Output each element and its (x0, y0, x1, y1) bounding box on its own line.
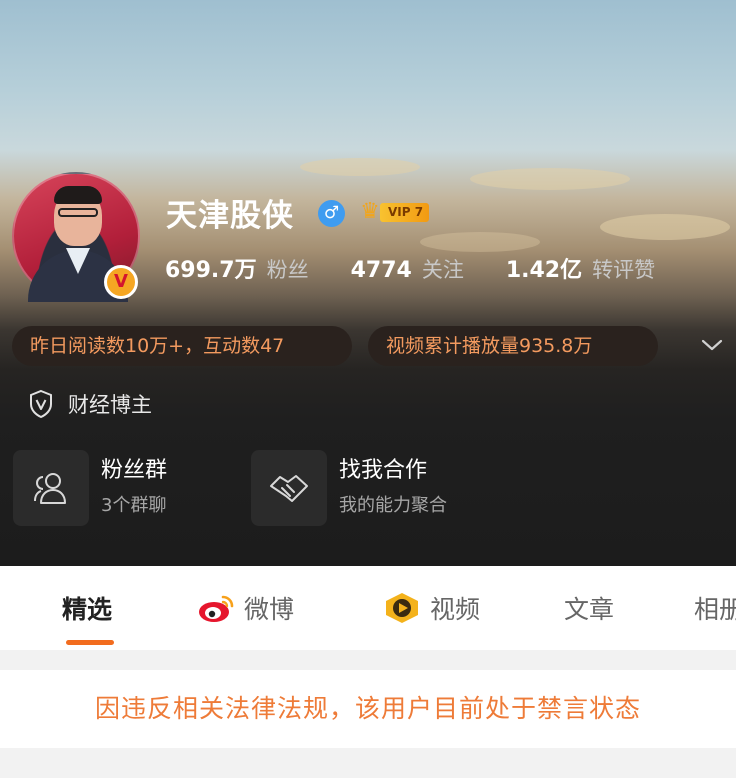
profile-header: V 天津股侠 ♂ ♛ VIP 7 699.7万 粉丝 4774 关注 1.42亿… (0, 0, 736, 566)
vip-level-label: VIP 7 (380, 202, 430, 222)
tab-album[interactable]: 相册 (694, 588, 736, 628)
vip-badge[interactable]: ♛ VIP 7 (356, 200, 430, 224)
tab-label: 相册 (694, 595, 736, 624)
interactions-count[interactable]: 1.42亿 (506, 252, 582, 284)
fans-group-card[interactable]: 粉丝群 3个群聊 (13, 450, 167, 526)
male-gender-icon: ♂ (318, 200, 345, 227)
interactions-label[interactable]: 转评赞 (592, 254, 655, 284)
tab-video[interactable]: 视频 (382, 588, 480, 628)
profile-name: 天津股侠 (166, 198, 294, 234)
certification-row[interactable]: 财经博主 (28, 388, 152, 420)
following-count[interactable]: 4774 (351, 258, 412, 283)
avatar-hair (54, 186, 102, 204)
tab-label: 视频 (430, 595, 481, 624)
cover-sand (420, 232, 540, 252)
cover-sand (300, 158, 420, 176)
active-tab-indicator (66, 640, 114, 645)
video-stats-pill[interactable]: 视频累计播放量935.8万 (368, 326, 658, 366)
handshake-icon (270, 475, 308, 502)
profile-page: V 天津股侠 ♂ ♛ VIP 7 699.7万 粉丝 4774 关注 1.42亿… (0, 0, 736, 778)
cover-sand (600, 214, 730, 240)
chevron-down-icon[interactable] (700, 335, 724, 355)
video-icon (386, 593, 418, 623)
fans-group-subtitle: 3个群聊 (101, 495, 167, 516)
fans-group-title: 粉丝群 (101, 458, 168, 483)
card-icon-box (251, 450, 327, 526)
tab-label: 文章 (564, 595, 615, 624)
tab-articles[interactable]: 文章 (564, 588, 614, 628)
tab-label: 精选 (62, 595, 113, 624)
tab-featured[interactable]: 精选 (62, 588, 112, 628)
ban-notice-text: 因违反相关法律法规，该用户目前处于禁言状态 (94, 694, 641, 723)
fans-group-icon (34, 473, 66, 504)
reading-stats-pill[interactable]: 昨日阅读数10万+，互动数47 (12, 326, 352, 366)
shield-icon (30, 389, 52, 419)
certification-label: 财经博主 (68, 393, 152, 417)
cooperation-title: 找我合作 (339, 458, 428, 483)
tab-label: 微博 (244, 595, 295, 624)
tab-weibo[interactable]: 微博 (196, 588, 294, 628)
following-label[interactable]: 关注 (422, 254, 464, 284)
cooperation-subtitle: 我的能力聚合 (339, 495, 447, 516)
weibo-icon (199, 595, 234, 622)
profile-tabs: 精选 微博 视频 文章 相册 (0, 566, 736, 650)
followers-label[interactable]: 粉丝 (267, 254, 309, 284)
avatar-glasses (58, 208, 98, 217)
ban-notice: 因违反相关法律法规，该用户目前处于禁言状态 (0, 670, 736, 748)
cover-sand (470, 168, 630, 190)
card-icon-box (13, 450, 89, 526)
verified-badge-icon: V (104, 265, 138, 299)
profile-stats: 699.7万 粉丝 4774 关注 1.42亿 转评赞 (165, 252, 655, 286)
cooperation-card[interactable]: 找我合作 我的能力聚合 (251, 450, 447, 526)
followers-count[interactable]: 699.7万 (165, 252, 257, 284)
